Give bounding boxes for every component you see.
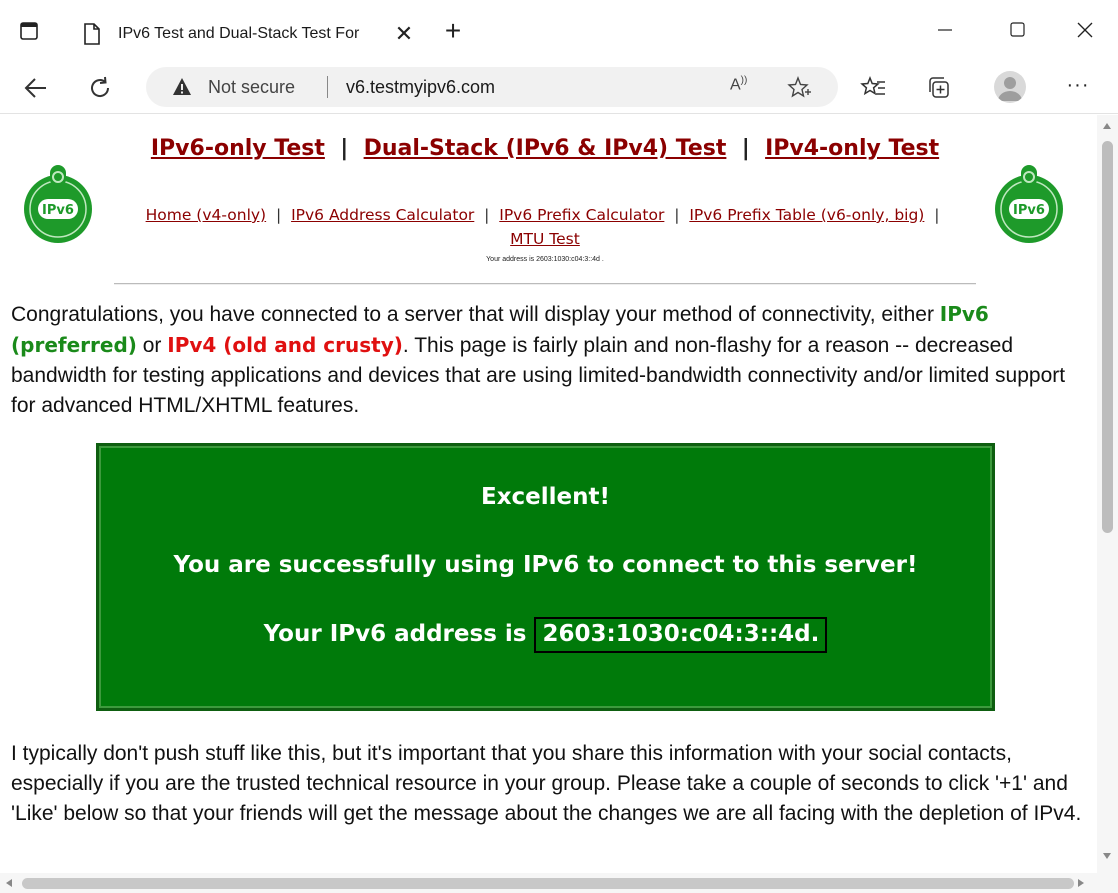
nav-separator: | bbox=[741, 136, 750, 161]
vertical-scroll-thumb[interactable] bbox=[1102, 141, 1113, 533]
back-arrow-icon[interactable] bbox=[22, 74, 50, 102]
read-aloud-glyph: A bbox=[730, 76, 741, 94]
connectivity-result-box: Excellent! You are successfully using IP… bbox=[96, 443, 995, 711]
ipv6-prefix-calculator-link[interactable]: IPv6 Prefix Calculator bbox=[499, 206, 664, 224]
ipv6-ready-badge-icon: IPv6 bbox=[995, 165, 1063, 243]
nav-separator: | bbox=[484, 206, 490, 224]
vertical-scrollbar[interactable] bbox=[1097, 115, 1118, 873]
page-viewport: IPv6 IPv6 IPv6-only Test | Dual-Stack (I… bbox=[0, 115, 1097, 873]
address-prefix: Your IPv6 address is bbox=[263, 621, 527, 647]
result-message: You are successfully using IPv6 to conne… bbox=[173, 552, 918, 578]
ipv6-ready-badge-icon: IPv6 bbox=[24, 165, 92, 243]
intro-paragraph: Congratulations, you have connected to a… bbox=[11, 299, 1093, 421]
horizontal-scrollbar[interactable] bbox=[0, 873, 1118, 893]
avatar bbox=[998, 77, 1022, 101]
dual-stack-test-link[interactable]: Dual-Stack (IPv6 & IPv4) Test bbox=[364, 136, 727, 161]
ipv6-prefix-table-link[interactable]: IPv6 Prefix Table (v6-only, big) bbox=[689, 206, 924, 224]
browser-toolbar: Not secure v6.testmyipv6.com A)) ··· bbox=[0, 62, 1118, 114]
your-address-small: Your address is 2603:1030:c04:3::4d . bbox=[486, 256, 604, 263]
ipv6-address-calculator-link[interactable]: IPv6 Address Calculator bbox=[291, 206, 474, 224]
nav-separator: | bbox=[674, 206, 680, 224]
profile-icon[interactable] bbox=[994, 71, 1026, 103]
collections-icon[interactable] bbox=[926, 74, 954, 102]
intro-or: or bbox=[136, 334, 168, 357]
minimize-button[interactable] bbox=[925, 14, 965, 46]
horizontal-scroll-thumb[interactable] bbox=[22, 878, 1074, 889]
read-aloud-icon[interactable]: A)) bbox=[730, 75, 754, 99]
intro-text: Congratulations, you have connected to a… bbox=[11, 303, 940, 326]
header-divider bbox=[114, 283, 976, 285]
browser-tab[interactable]: IPv6 Test and Dual-Stack Test For ✕ bbox=[68, 12, 428, 56]
warning-icon[interactable] bbox=[172, 77, 192, 97]
title-bar: IPv6 Test and Dual-Stack Test For ✕ + bbox=[0, 0, 1118, 62]
not-secure-label[interactable]: Not secure bbox=[208, 77, 295, 98]
scroll-right-arrow-icon[interactable] bbox=[1078, 879, 1084, 887]
ipv4-crusty-label: IPv4 (old and crusty) bbox=[167, 333, 403, 357]
address-divider bbox=[327, 76, 328, 98]
nav-separator: | bbox=[340, 136, 349, 161]
ipv6-only-test-link[interactable]: IPv6-only Test bbox=[151, 136, 325, 161]
tab-close-button[interactable]: ✕ bbox=[392, 22, 416, 46]
home-link[interactable]: Home (v4-only) bbox=[146, 206, 267, 224]
secondary-links: Home (v4-only) | IPv6 Address Calculator… bbox=[130, 203, 960, 251]
scroll-left-arrow-icon[interactable] bbox=[6, 879, 12, 887]
tab-title: IPv6 Test and Dual-Stack Test For bbox=[118, 25, 360, 42]
favorites-icon[interactable] bbox=[860, 74, 888, 102]
result-heading: Excellent! bbox=[480, 484, 610, 510]
nav-separator: | bbox=[275, 206, 282, 224]
address-bar[interactable]: Not secure v6.testmyipv6.com A)) bbox=[146, 67, 838, 107]
svg-text:IPv6: IPv6 bbox=[1013, 203, 1045, 218]
share-paragraph: I typically don't push stuff like this, … bbox=[11, 742, 1082, 825]
new-tab-button[interactable]: + bbox=[440, 17, 466, 45]
scroll-up-arrow-icon[interactable] bbox=[1103, 123, 1111, 129]
star-plus-icon[interactable] bbox=[786, 75, 812, 101]
ipv4-only-test-link[interactable]: IPv4-only Test bbox=[765, 136, 939, 161]
page-icon bbox=[84, 23, 100, 45]
mtu-test-link[interactable]: MTU Test bbox=[510, 230, 580, 248]
window-icon[interactable] bbox=[20, 22, 38, 40]
svg-text:IPv6: IPv6 bbox=[42, 203, 74, 218]
nav-separator: | bbox=[934, 206, 940, 224]
url-text[interactable]: v6.testmyipv6.com bbox=[346, 77, 495, 98]
reload-icon[interactable] bbox=[86, 74, 114, 102]
scroll-down-arrow-icon[interactable] bbox=[1103, 853, 1111, 859]
close-window-button[interactable] bbox=[1065, 14, 1105, 46]
result-address-line: Your IPv6 address is 2603:1030:c04:3::4d… bbox=[99, 617, 992, 653]
main-test-links: IPv6-only Test | Dual-Stack (IPv6 & IPv4… bbox=[130, 133, 960, 165]
maximize-button[interactable] bbox=[997, 14, 1037, 46]
ipv6-address-value[interactable]: 2603:1030:c04:3::4d. bbox=[534, 617, 828, 653]
settings-menu-button[interactable]: ··· bbox=[1064, 74, 1092, 102]
